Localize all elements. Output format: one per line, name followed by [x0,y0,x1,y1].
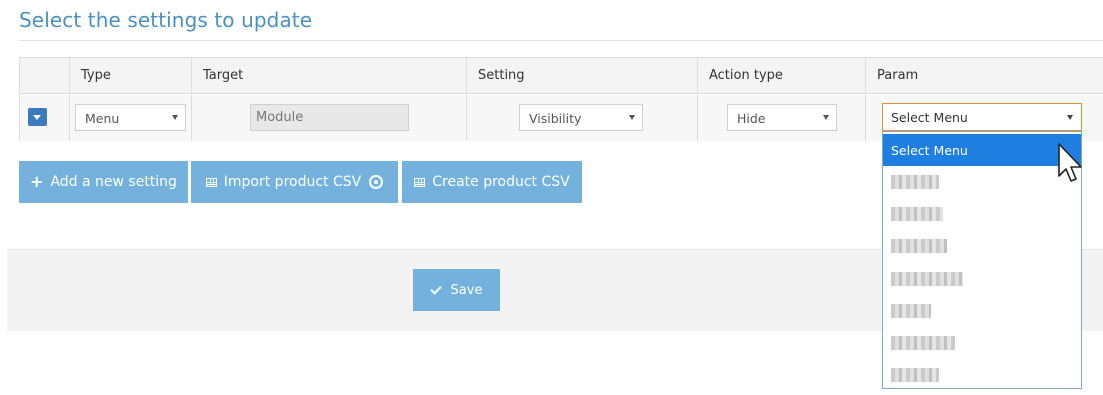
column-header-param: Param [877,68,919,83]
column-header-target: Target [203,68,244,83]
row-expand-button[interactable] [28,108,47,126]
add-setting-label: Add a new setting [50,174,177,190]
param-select-value: Select Menu [891,110,968,125]
row-cell-type: Menu [70,95,192,141]
save-button[interactable]: Save [413,269,500,311]
column-header-setting: Setting [478,68,525,83]
import-csv-label: Import product CSV [223,174,362,190]
plus-icon: + [30,172,44,191]
create-csv-button[interactable]: Create product CSV [402,161,582,203]
header-cell-type: Type [70,58,192,93]
chevron-down-icon [629,115,635,120]
title-divider [19,40,1103,41]
save-label: Save [450,282,483,298]
column-header-type: Type [81,68,111,83]
row-cell-setting: Visibility [467,95,698,141]
row-cell-target: Module [192,95,467,141]
dropdown-option-redacted[interactable] [891,272,963,286]
check-icon [429,282,442,295]
table-icon [205,177,217,187]
dropdown-option-redacted[interactable] [891,336,955,350]
dropdown-option-redacted[interactable] [891,368,939,382]
row-cell-action-type: Hide [698,95,866,141]
dropdown-option-selected[interactable]: Select Menu [883,134,1081,166]
header-cell-target: Target [192,58,467,93]
add-setting-button[interactable]: + Add a new setting [19,161,188,203]
chevron-down-icon [172,115,178,120]
header-cell-action-type: Action type [698,58,866,93]
row-cell-toggle [20,95,70,141]
column-header-action-type: Action type [709,68,783,83]
header-cell-toggle [20,58,70,93]
target-input: Module [250,104,409,131]
dropdown-option-redacted[interactable] [891,239,947,253]
header-cell-param: Param [866,58,1103,93]
param-dropdown-list: Select Menu [882,131,1082,389]
param-select[interactable]: Select Menu [882,103,1082,131]
action-type-select-value: Hide [737,111,766,126]
setting-select[interactable]: Visibility [519,104,643,131]
mouse-cursor-icon [1058,143,1082,182]
grid-header: Type Target Setting Action type Param [20,58,1103,94]
dropdown-option-redacted[interactable] [891,207,943,221]
import-csv-button[interactable]: Import product CSV [191,161,398,203]
action-type-select[interactable]: Hide [727,104,837,131]
header-cell-setting: Setting [467,58,698,93]
create-csv-label: Create product CSV [432,174,570,190]
chevron-down-icon [1067,115,1073,120]
info-icon[interactable] [369,175,384,189]
table-icon [414,177,426,187]
type-select-value: Menu [85,111,120,126]
type-select[interactable]: Menu [75,104,186,131]
page-title: Select the settings to update [19,8,313,32]
chevron-down-icon [823,115,829,120]
setting-select-value: Visibility [529,111,582,126]
dropdown-option-redacted[interactable] [891,304,931,318]
dropdown-option-redacted[interactable] [891,175,939,189]
